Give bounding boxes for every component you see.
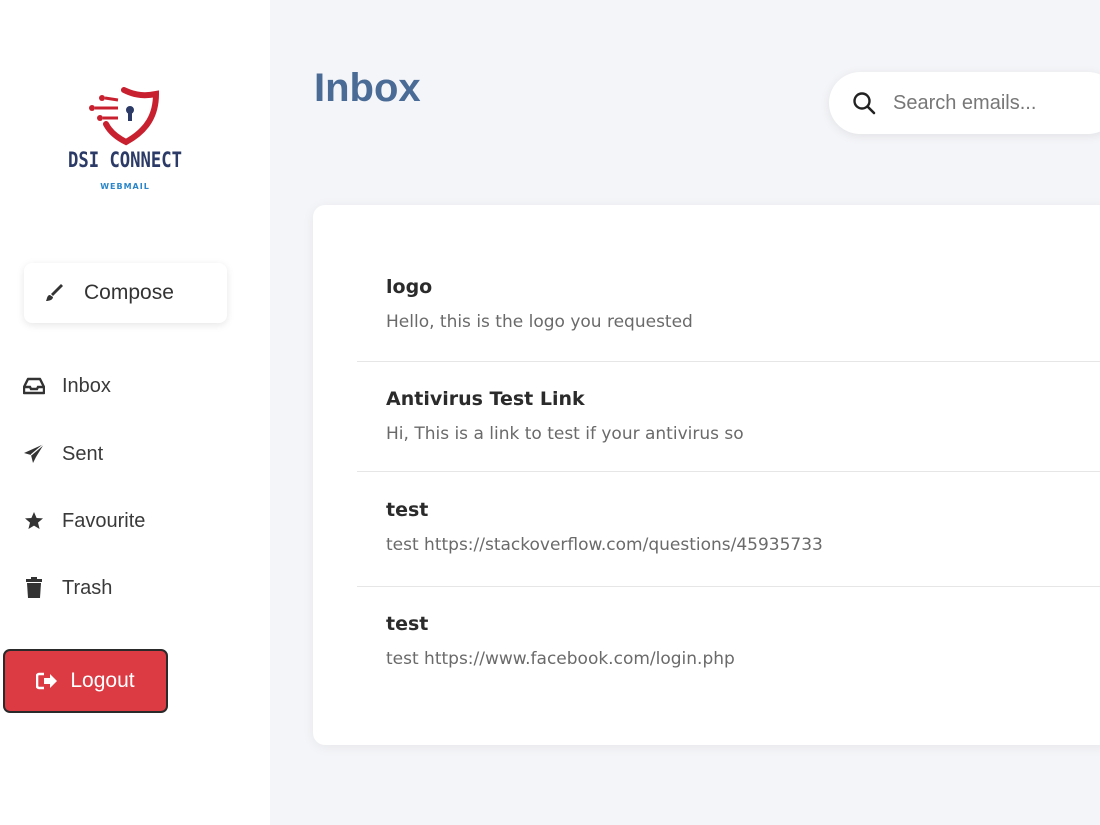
compose-button[interactable]: Compose bbox=[24, 263, 227, 323]
email-row[interactable]: logo Hello, this is the logo you request… bbox=[357, 250, 1100, 362]
sidebar-item-sent[interactable]: Sent bbox=[22, 434, 252, 474]
email-preview: Hi, This is a link to test if your antiv… bbox=[386, 424, 744, 444]
trash-icon bbox=[22, 576, 46, 600]
email-subject: test bbox=[386, 613, 429, 635]
email-preview: Hello, this is the logo you requested bbox=[386, 312, 693, 332]
sidebar-item-favourite[interactable]: Favourite bbox=[22, 501, 252, 541]
search-bar[interactable] bbox=[829, 72, 1100, 134]
email-row[interactable]: test test https://www.facebook.com/login… bbox=[357, 587, 1100, 702]
inbox-icon bbox=[22, 374, 46, 398]
sidebar-item-label: Sent bbox=[62, 442, 104, 465]
email-row[interactable]: Antivirus Test Link Hi, This is a link t… bbox=[357, 362, 1100, 472]
sidebar-item-inbox[interactable]: Inbox bbox=[22, 366, 252, 406]
sidebar-item-trash[interactable]: Trash bbox=[22, 568, 252, 608]
email-list: logo Hello, this is the logo you request… bbox=[313, 205, 1100, 745]
sidebar-item-label: Inbox bbox=[62, 374, 111, 397]
brand-subtitle: WEBMAIL bbox=[100, 182, 150, 191]
logout-label: Logout bbox=[70, 669, 135, 692]
search-icon bbox=[851, 90, 877, 116]
sidebar-item-label: Trash bbox=[62, 576, 113, 599]
brand-name: DSI CONNECT bbox=[67, 148, 183, 172]
email-preview: test https://stackoverflow.com/questions… bbox=[386, 535, 823, 555]
star-icon bbox=[22, 509, 46, 533]
brand-logo: DSI CONNECT WEBMAIL bbox=[50, 86, 200, 196]
shield-logo-icon bbox=[89, 87, 160, 146]
brush-icon bbox=[44, 282, 66, 304]
sidebar-item-label: Favourite bbox=[62, 509, 146, 532]
sidebar: DSI CONNECT WEBMAIL Compose Inbox Sent F… bbox=[0, 0, 270, 825]
logout-button[interactable]: Logout bbox=[3, 649, 168, 713]
email-preview: test https://www.facebook.com/login.php bbox=[386, 649, 735, 669]
search-input[interactable] bbox=[893, 91, 1093, 115]
paper-plane-icon bbox=[22, 442, 46, 466]
email-row[interactable]: test test https://stackoverflow.com/ques… bbox=[357, 472, 1100, 587]
email-subject: Antivirus Test Link bbox=[386, 388, 585, 410]
sign-out-icon bbox=[36, 670, 58, 692]
email-subject: logo bbox=[386, 276, 433, 298]
compose-label: Compose bbox=[84, 281, 174, 304]
email-subject: test bbox=[386, 499, 429, 521]
page-title: Inbox bbox=[314, 66, 421, 110]
